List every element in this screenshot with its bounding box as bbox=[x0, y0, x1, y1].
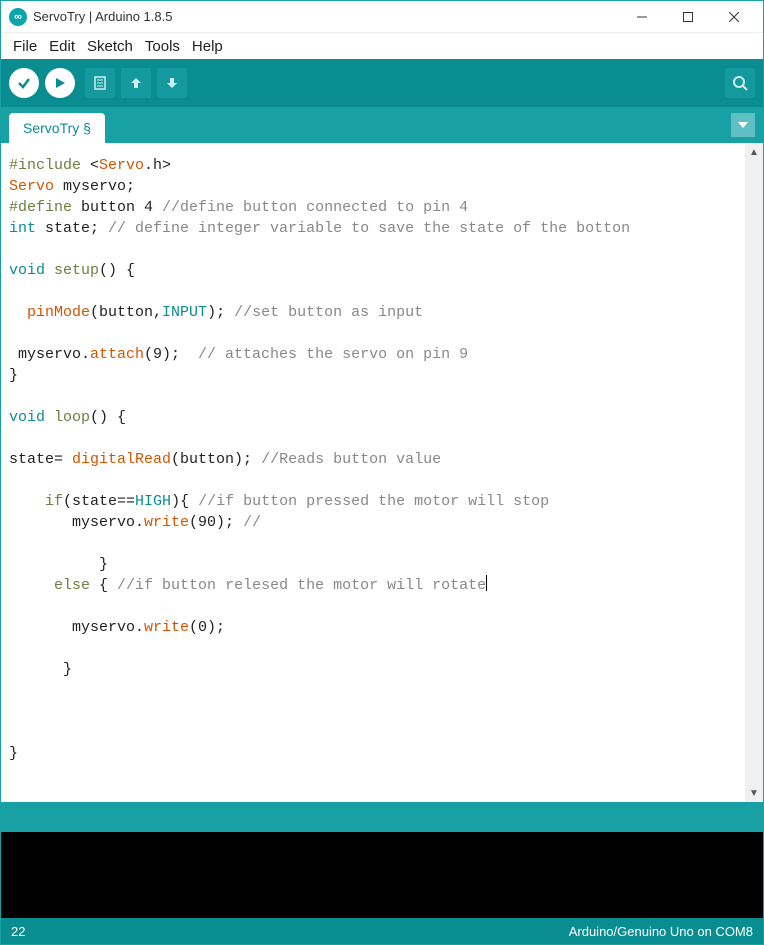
code-token: // define integer variable to save the s… bbox=[99, 220, 630, 237]
code-token: button bbox=[72, 199, 135, 216]
code-token: //define button connected to pin 4 bbox=[153, 199, 468, 216]
menu-help[interactable]: Help bbox=[186, 36, 229, 57]
status-board-port: Arduino/Genuino Uno on COM8 bbox=[569, 924, 753, 939]
code-token: < bbox=[81, 157, 99, 174]
code-token: write bbox=[144, 619, 189, 636]
arduino-app-icon: ∞ bbox=[9, 8, 27, 26]
toolbar bbox=[1, 59, 763, 107]
code-token: loop bbox=[45, 409, 90, 426]
code-token: ); bbox=[207, 304, 225, 321]
code-token: Servo bbox=[99, 157, 144, 174]
code-token: } bbox=[9, 661, 72, 678]
code-token: Servo bbox=[9, 178, 54, 195]
code-token: 4 bbox=[135, 199, 153, 216]
code-token: } bbox=[9, 556, 108, 573]
vertical-scrollbar[interactable]: ▲ ▼ bbox=[745, 143, 763, 802]
code-token: state; bbox=[36, 220, 99, 237]
code-token: //if button pressed the motor will stop bbox=[198, 493, 549, 510]
message-bar bbox=[1, 802, 763, 832]
close-button[interactable] bbox=[711, 2, 757, 32]
statusbar: 22 Arduino/Genuino Uno on COM8 bbox=[1, 918, 763, 944]
code-token bbox=[9, 304, 27, 321]
code-token: () { bbox=[99, 262, 135, 279]
tabstrip: ServoTry § bbox=[1, 107, 763, 143]
code-token: void bbox=[9, 409, 45, 426]
new-button[interactable] bbox=[85, 68, 115, 98]
scroll-down-icon[interactable]: ▼ bbox=[745, 784, 763, 802]
code-token: void bbox=[9, 262, 45, 279]
code-token: ){ bbox=[171, 493, 198, 510]
code-token: (state== bbox=[63, 493, 135, 510]
scroll-up-icon[interactable]: ▲ bbox=[745, 143, 763, 161]
window-title: ServoTry | Arduino 1.8.5 bbox=[33, 9, 172, 24]
code-token: // attaches the servo on pin 9 bbox=[198, 346, 468, 363]
code-token: digitalRead bbox=[72, 451, 171, 468]
code-token: .h> bbox=[144, 157, 171, 174]
code-token: (button); bbox=[171, 451, 252, 468]
serial-monitor-button[interactable] bbox=[725, 68, 755, 98]
code-token: //Reads button value bbox=[252, 451, 441, 468]
code-token: HIGH bbox=[135, 493, 171, 510]
verify-button[interactable] bbox=[9, 68, 39, 98]
status-line-number: 22 bbox=[11, 924, 25, 939]
code-token: state= bbox=[9, 451, 72, 468]
titlebar: ∞ ServoTry | Arduino 1.8.5 bbox=[1, 1, 763, 33]
code-token: #define bbox=[9, 199, 72, 216]
code-token: write bbox=[144, 514, 189, 531]
text-cursor bbox=[486, 575, 487, 591]
menu-file[interactable]: File bbox=[7, 36, 43, 57]
code-token: if bbox=[45, 493, 63, 510]
minimize-button[interactable] bbox=[619, 2, 665, 32]
code-token: //set button as input bbox=[225, 304, 423, 321]
tab-menu-button[interactable] bbox=[731, 113, 755, 137]
code-token bbox=[9, 577, 54, 594]
open-button[interactable] bbox=[121, 68, 151, 98]
code-editor[interactable]: #include <Servo.h> Servo myservo; #defin… bbox=[1, 143, 745, 802]
tab-servotry[interactable]: ServoTry § bbox=[9, 113, 105, 143]
code-token: (9); bbox=[144, 346, 198, 363]
code-token: } bbox=[9, 745, 18, 762]
code-token: (90); bbox=[189, 514, 243, 531]
code-token: (button, bbox=[90, 304, 162, 321]
editor-area: #include <Servo.h> Servo myservo; #defin… bbox=[1, 143, 763, 802]
code-token: myservo. bbox=[9, 346, 90, 363]
code-token bbox=[9, 493, 45, 510]
code-token: { bbox=[90, 577, 117, 594]
code-token: myservo; bbox=[54, 178, 135, 195]
code-token: myservo. bbox=[9, 514, 144, 531]
menu-edit[interactable]: Edit bbox=[43, 36, 81, 57]
code-token: #include bbox=[9, 157, 81, 174]
code-token: (0); bbox=[189, 619, 225, 636]
save-button[interactable] bbox=[157, 68, 187, 98]
code-token: pinMode bbox=[27, 304, 90, 321]
code-token: // bbox=[243, 514, 261, 531]
menu-sketch[interactable]: Sketch bbox=[81, 36, 139, 57]
code-token: INPUT bbox=[162, 304, 207, 321]
menubar: File Edit Sketch Tools Help bbox=[1, 33, 763, 59]
code-token: else bbox=[54, 577, 90, 594]
upload-button[interactable] bbox=[45, 68, 75, 98]
menu-tools[interactable]: Tools bbox=[139, 36, 186, 57]
code-token: //if button relesed the motor will rotat… bbox=[117, 577, 486, 594]
maximize-button[interactable] bbox=[665, 2, 711, 32]
code-token: () { bbox=[90, 409, 126, 426]
console-output[interactable] bbox=[1, 832, 763, 918]
code-token: myservo. bbox=[9, 619, 144, 636]
code-token: int bbox=[9, 220, 36, 237]
code-token: } bbox=[9, 367, 18, 384]
code-token: setup bbox=[45, 262, 99, 279]
code-token: attach bbox=[90, 346, 144, 363]
